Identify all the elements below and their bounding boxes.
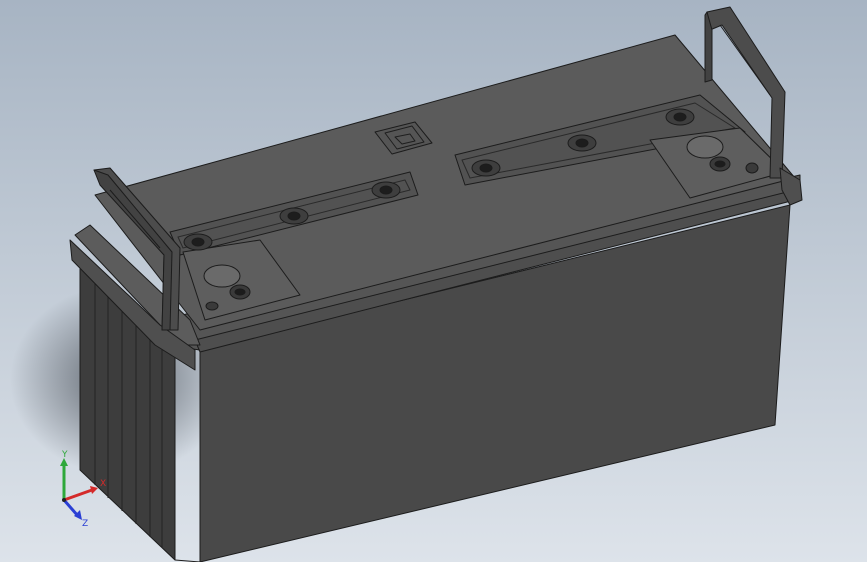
y-axis-label: Y xyxy=(61,450,68,460)
z-axis-label: Z xyxy=(82,519,88,528)
x-axis-label: X xyxy=(100,479,106,489)
z-axis-arrow xyxy=(62,499,80,517)
x-axis-arrow xyxy=(63,488,93,502)
reference-triad: Y X Z xyxy=(48,448,108,529)
graphics-viewport[interactable]: Y X Z xyxy=(0,0,867,562)
model-canvas[interactable] xyxy=(0,0,867,562)
